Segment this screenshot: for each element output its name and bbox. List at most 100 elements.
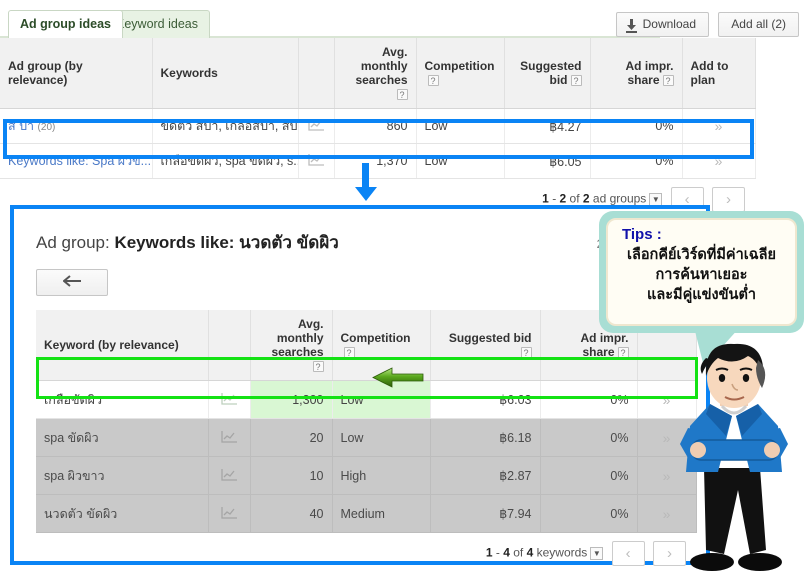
table-row[interactable]: ส ปา (20) ขัดตัว สปา, เกลือสปา, สป... 86… (0, 108, 756, 144)
add-all-button-label: Add all (2) (731, 17, 786, 31)
sparkline-icon (220, 430, 238, 443)
col-ad-group-label: Ad group (by relevance) (8, 59, 83, 87)
cell-suggested-bid: ฿6.18 (430, 418, 541, 457)
col-kw-suggested-bid: Suggested bid? (430, 310, 541, 381)
cell-keyword: spa ผิวขาว (36, 456, 209, 495)
cell-keyword: นวดตัว ขัดผิว (36, 494, 209, 533)
cell-suggested-bid: ฿7.94 (430, 494, 541, 533)
col-add-to-plan-label: Add to plan (690, 59, 729, 87)
add-to-plan-icon: » (714, 118, 723, 134)
cell-keywords: ขัดตัว สปา, เกลือสปา, สป... (152, 108, 299, 144)
cell-searches: 860 (334, 108, 417, 144)
cell-impr-share: 0% (590, 143, 683, 179)
col-suggested-bid: Suggested bid? (504, 38, 591, 109)
pager-next-button[interactable]: › (712, 187, 745, 212)
cell-suggested-bid: ฿4.27 (504, 108, 591, 144)
tips-line-2: การค้นหาเยอะ (655, 267, 748, 283)
tab-bar: Ad group ideas Keyword ideas Download Ad… (0, 0, 807, 38)
tab-ad-group-ideas-label: Ad group ideas (20, 17, 111, 31)
cell-sparkline[interactable] (298, 143, 335, 179)
col-add-to-plan: Add to plan (682, 38, 756, 109)
blue-down-arrow-icon (355, 163, 377, 201)
col-kw-competition-label: Competition (340, 331, 411, 345)
cell-competition: Low (416, 108, 505, 144)
help-icon-kw-competition[interactable]: ? (343, 347, 355, 359)
add-to-plan-icon: » (714, 153, 723, 169)
cell-competition: Low (416, 143, 505, 179)
cell-impr-share: 0% (590, 108, 683, 144)
cell-searches: 10 (250, 456, 333, 495)
cell-sparkline[interactable] (208, 380, 251, 419)
col-competition: Competition? (416, 38, 505, 109)
page-title: Ad group: Keywords like: นวดตัว ขัดผิว (36, 229, 692, 256)
page-title-value: Keywords like: นวดตัว ขัดผิว (114, 233, 339, 252)
tips-body: เลือกคีย์เวิร์ดที่มีค่าเฉลีย การค้นหาเยอ… (616, 245, 787, 305)
table-row[interactable]: spa ขัดผิว 20 Low ฿6.18 0% » (36, 418, 697, 457)
help-icon-searches[interactable]: ? (396, 89, 408, 101)
col-avg-monthly-searches-label: Avg. monthly searches (355, 45, 408, 87)
cell-ad-group: Keywords like: Spa ผิวข... (0, 143, 153, 179)
help-icon-impr[interactable]: ? (662, 75, 674, 87)
keyword-pager: 1 - 4 of 4 keywords ▼ ‹ › (36, 533, 696, 570)
cell-keyword: เกลือขัดผิว (36, 380, 209, 419)
cell-impr-share: 0% (540, 418, 638, 457)
help-icon-kw-impr[interactable]: ? (617, 347, 629, 359)
help-icon-bid[interactable]: ? (570, 75, 582, 87)
pager-dash: - (548, 191, 560, 206)
table-row[interactable]: spa ผิวขาว 10 High ฿2.87 0% » (36, 456, 697, 495)
col-avg-monthly-searches: Avg. monthly searches? (334, 38, 417, 109)
back-arrow-icon (61, 274, 82, 290)
keyword-table-container: Keyword (by relevance) Avg. monthly sear… (36, 310, 697, 570)
cell-competition: High (332, 456, 431, 495)
cell-sparkline[interactable] (298, 108, 335, 144)
cell-sparkline[interactable] (208, 494, 251, 533)
sparkline-icon (220, 506, 238, 519)
kw-pager-dropdown-icon[interactable]: ▼ (590, 547, 604, 560)
page-title-prefix: Ad group: (36, 233, 115, 252)
cell-searches: 1,300 (250, 380, 333, 419)
col-keyword-label: Keyword (by relevance) (44, 338, 179, 352)
back-button[interactable] (36, 269, 108, 296)
ad-group-table-header-row: Ad group (by relevance) Keywords Avg. mo… (0, 38, 756, 109)
cell-add-to-plan[interactable]: » (682, 108, 756, 144)
pager-total: 2 (582, 191, 590, 206)
table-row[interactable]: เกลือขัดผิว 1,300 Low ฿6.03 0% » (36, 380, 697, 419)
cell-sparkline[interactable] (208, 456, 251, 495)
cell-searches: 20 (250, 418, 333, 457)
cell-keyword: spa ขัดผิว (36, 418, 209, 457)
ad-group-link[interactable]: ส ปา (8, 119, 34, 133)
ad-group-link[interactable]: Keywords like: Spa ผิวข... (8, 154, 151, 168)
cell-impr-share: 0% (540, 494, 638, 533)
cell-searches: 40 (250, 494, 333, 533)
cell-sparkline[interactable] (208, 418, 251, 457)
col-keyword: Keyword (by relevance) (36, 310, 209, 381)
tips-line-3: และมีคู่แข่งขันต่ำ (647, 287, 756, 303)
download-button[interactable]: Download (615, 12, 709, 37)
pager-of: of (566, 191, 583, 206)
kw-pager-prev-button[interactable]: ‹ (611, 541, 645, 566)
cell-add-to-plan[interactable]: » (682, 143, 756, 179)
help-icon-kw-searches[interactable]: ? (312, 361, 324, 373)
kw-pager-range-start: 1 (485, 545, 493, 560)
pager-unit: ad groups (589, 191, 647, 206)
table-row[interactable]: นวดตัว ขัดผิว 40 Medium ฿7.94 0% » (36, 494, 697, 533)
col-kw-avg-monthly-searches: Avg. monthly searches? (250, 310, 333, 381)
col-competition-label: Competition (424, 59, 495, 73)
table-row[interactable]: Keywords like: Spa ผิวข... เกลือขัดผิว, … (0, 143, 756, 179)
cell-suggested-bid: ฿6.03 (430, 380, 541, 419)
ad-group-count: (20) (37, 122, 56, 133)
col-kw-suggested-bid-label: Suggested bid (448, 331, 532, 345)
col-ad-impr-share: Ad impr. share? (590, 38, 683, 109)
col-keywords-label: Keywords (160, 66, 218, 80)
tips-bubble: Tips : เลือกคีย์เวิร์ดที่มีค่าเฉลีย การค… (599, 211, 804, 333)
help-icon-competition[interactable]: ? (427, 75, 439, 87)
pager-range-start: 1 (542, 191, 549, 206)
tab-ad-group-ideas[interactable]: Ad group ideas (8, 10, 123, 38)
mascot-man-illustration (662, 340, 807, 578)
add-all-button[interactable]: Add all (2) (718, 12, 799, 37)
green-left-arrow-icon (372, 366, 424, 388)
col-spark-spacer (298, 38, 335, 109)
cell-impr-share: 0% (540, 380, 638, 419)
help-icon-kw-bid[interactable]: ? (520, 347, 532, 359)
keyword-table-header-row: Keyword (by relevance) Avg. monthly sear… (36, 310, 697, 381)
